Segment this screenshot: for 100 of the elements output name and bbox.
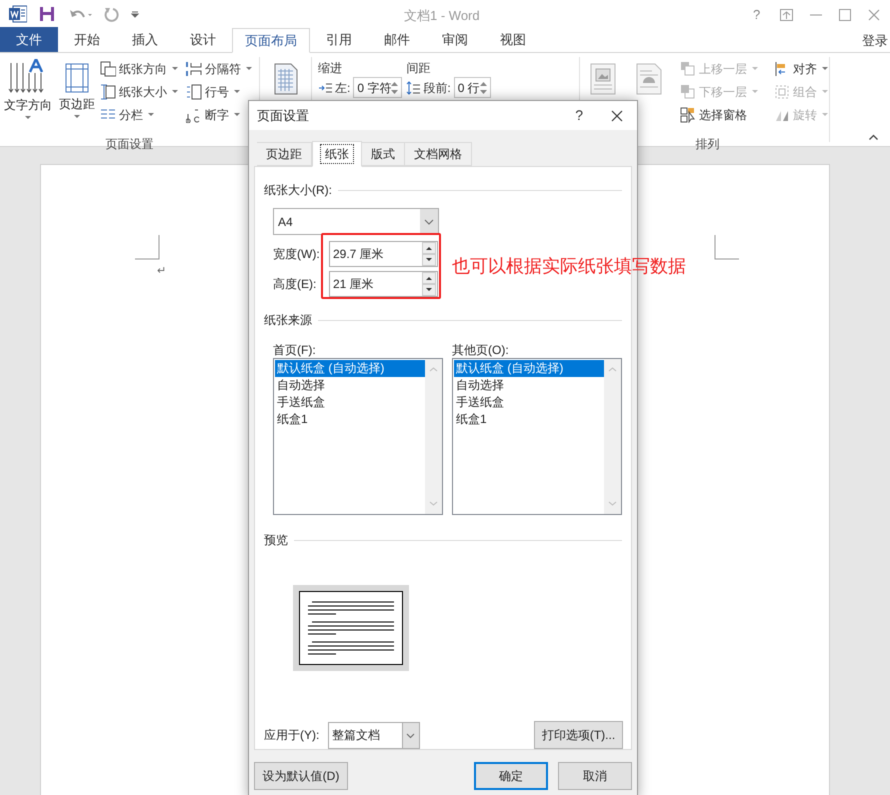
ribbon-button[interactable]: 文字方向 bbox=[4, 98, 52, 112]
ribbon-button[interactable]: 行号 bbox=[205, 82, 229, 100]
field-label: 左: bbox=[335, 80, 350, 96]
collapse-ribbon-icon bbox=[869, 134, 878, 140]
ribbon-tab[interactable]: 页面布局 bbox=[232, 28, 310, 53]
dropdown-caret-icon bbox=[822, 112, 828, 116]
field-label: 宽度(W): bbox=[273, 246, 321, 263]
dialog-tab[interactable]: 页边距 bbox=[257, 142, 312, 166]
dropdown-caret-icon bbox=[148, 112, 154, 116]
position-icon bbox=[590, 63, 616, 95]
page-preview-icon bbox=[293, 585, 409, 671]
ribbon-button[interactable]: 断字 bbox=[205, 106, 229, 124]
ribbon-tab[interactable]: 设计 bbox=[174, 27, 232, 52]
layers-icon bbox=[680, 60, 696, 76]
list-item[interactable]: 自动选择 bbox=[454, 377, 604, 394]
set-default-button[interactable]: 设为默认值(D) bbox=[254, 762, 348, 790]
page-orientation-icon bbox=[100, 60, 116, 76]
field-label: 首页(F): bbox=[273, 342, 317, 357]
ok-button[interactable]: 确定 bbox=[474, 762, 548, 790]
list-item[interactable]: 手送纸盒 bbox=[454, 394, 604, 411]
minimize-icon bbox=[810, 14, 822, 16]
help-button[interactable]: ? bbox=[575, 105, 583, 126]
ribbon-display-options-icon bbox=[780, 8, 793, 21]
margins-icon bbox=[65, 63, 89, 93]
paper-tray-list[interactable]: 默认纸盒 (自动选择) 自动选择 手送纸盒 纸盒1 bbox=[452, 358, 622, 515]
maximize-icon bbox=[839, 8, 851, 21]
dropdown-caret-icon bbox=[246, 66, 252, 70]
section-heading: 预览 bbox=[264, 532, 288, 549]
annotation-text: 也可以根据实际纸张填写数据 bbox=[452, 255, 686, 278]
dialog-tab[interactable]: 纸张 bbox=[312, 141, 362, 167]
list-item[interactable]: 纸盒1 bbox=[275, 411, 425, 428]
cancel-button[interactable]: 取消 bbox=[558, 762, 632, 790]
close-icon bbox=[611, 110, 623, 122]
ribbon-button[interactable]: 纸张方向 bbox=[119, 60, 167, 78]
ribbon-tab[interactable]: 视图 bbox=[484, 27, 542, 52]
file-tab[interactable]: 文件 bbox=[0, 27, 58, 52]
list-item[interactable]: 默认纸盒 (自动选择) bbox=[275, 360, 425, 377]
ribbon-button[interactable]: 纸张大小 bbox=[119, 82, 167, 100]
spin-field[interactable]: 0 行 bbox=[454, 77, 491, 98]
spinner-arrows-icon bbox=[391, 80, 398, 94]
group-icon bbox=[774, 84, 790, 100]
redo-icon bbox=[103, 6, 119, 22]
dropdown-caret-icon bbox=[234, 90, 240, 94]
ribbon-button[interactable]: 页边距 bbox=[59, 97, 95, 111]
text-wrap-icon bbox=[636, 63, 662, 95]
indent-left-icon bbox=[318, 80, 332, 94]
layers-icon bbox=[680, 84, 696, 100]
ribbon-tab[interactable]: 开始 bbox=[58, 27, 116, 52]
list-item[interactable]: 手送纸盒 bbox=[275, 394, 425, 411]
scrollbar-icon bbox=[425, 359, 442, 514]
paragraph-mark: ↵ bbox=[157, 264, 166, 279]
help-button[interactable]: ? bbox=[753, 5, 763, 24]
field-label: 其他页(O): bbox=[452, 342, 510, 357]
close-icon bbox=[868, 8, 880, 21]
crop-mark-icon bbox=[135, 235, 161, 261]
spacing-before-icon bbox=[406, 80, 420, 94]
group-heading: 缩进 bbox=[318, 60, 343, 77]
dropdown-caret-icon bbox=[74, 115, 80, 119]
list-item[interactable]: 自动选择 bbox=[275, 377, 425, 394]
apply-to-dropdown[interactable]: 整篇文档 bbox=[328, 722, 420, 748]
dropdown-caret-icon bbox=[172, 66, 178, 70]
spinner-arrows-icon bbox=[422, 272, 436, 296]
ribbon-tab[interactable]: 邮件 bbox=[368, 27, 426, 52]
print-options-button[interactable]: 打印选项(T)... bbox=[534, 721, 623, 749]
dialog-title: 页面设置 bbox=[257, 106, 310, 125]
field-label: 高度(E): bbox=[273, 276, 318, 293]
dropdown-caret-icon bbox=[172, 90, 178, 94]
section-heading: 纸张大小(R): bbox=[264, 182, 332, 199]
field-label: 段前: bbox=[423, 80, 451, 96]
spin-field[interactable]: 29.7 厘米 bbox=[329, 241, 438, 267]
list-item[interactable]: 默认纸盒 (自动选择) bbox=[454, 360, 604, 377]
ribbon-button[interactable]: 对齐 bbox=[793, 60, 817, 78]
group-label: 页面设置 bbox=[104, 136, 154, 153]
dropdown-caret-icon bbox=[752, 90, 758, 94]
spinner-arrows-icon bbox=[480, 80, 487, 94]
dropdown-caret-icon bbox=[822, 90, 828, 94]
field-label: 应用于(Y): bbox=[264, 727, 320, 744]
word-logo-icon bbox=[9, 5, 27, 23]
group-label: 排列 bbox=[694, 136, 720, 153]
sign-in-link[interactable]: 登录 bbox=[862, 31, 888, 50]
undo-icon bbox=[69, 9, 93, 19]
dialog-tab[interactable]: 版式 bbox=[362, 142, 405, 166]
group-heading: 间距 bbox=[406, 60, 432, 77]
ribbon-tab[interactable]: 插入 bbox=[116, 27, 174, 52]
dialog-tab[interactable]: 文档网格 bbox=[405, 142, 472, 166]
spinner-arrows-icon bbox=[422, 242, 436, 266]
ribbon-tab[interactable]: 审阅 bbox=[426, 27, 484, 52]
customize-toolbar-icon bbox=[131, 10, 139, 18]
list-item[interactable]: 纸盒1 bbox=[454, 411, 604, 428]
spin-field[interactable]: 0 字符 bbox=[353, 77, 402, 98]
line-numbers-icon bbox=[186, 84, 202, 100]
ribbon-tab[interactable]: 引用 bbox=[310, 27, 368, 52]
paper-size-dropdown[interactable]: A4 bbox=[273, 208, 439, 235]
ribbon-button[interactable]: 分栏 bbox=[119, 106, 143, 124]
paper-tray-list[interactable]: 默认纸盒 (自动选择) 自动选择 手送纸盒 纸盒1 bbox=[273, 358, 443, 515]
ribbon-button[interactable]: 分隔符 bbox=[205, 60, 241, 78]
window-title: 文档1 - Word bbox=[404, 7, 480, 25]
dropdown-caret-icon bbox=[234, 112, 240, 116]
ribbon-button[interactable]: 选择窗格 bbox=[699, 106, 747, 124]
page-size-icon bbox=[100, 84, 116, 100]
